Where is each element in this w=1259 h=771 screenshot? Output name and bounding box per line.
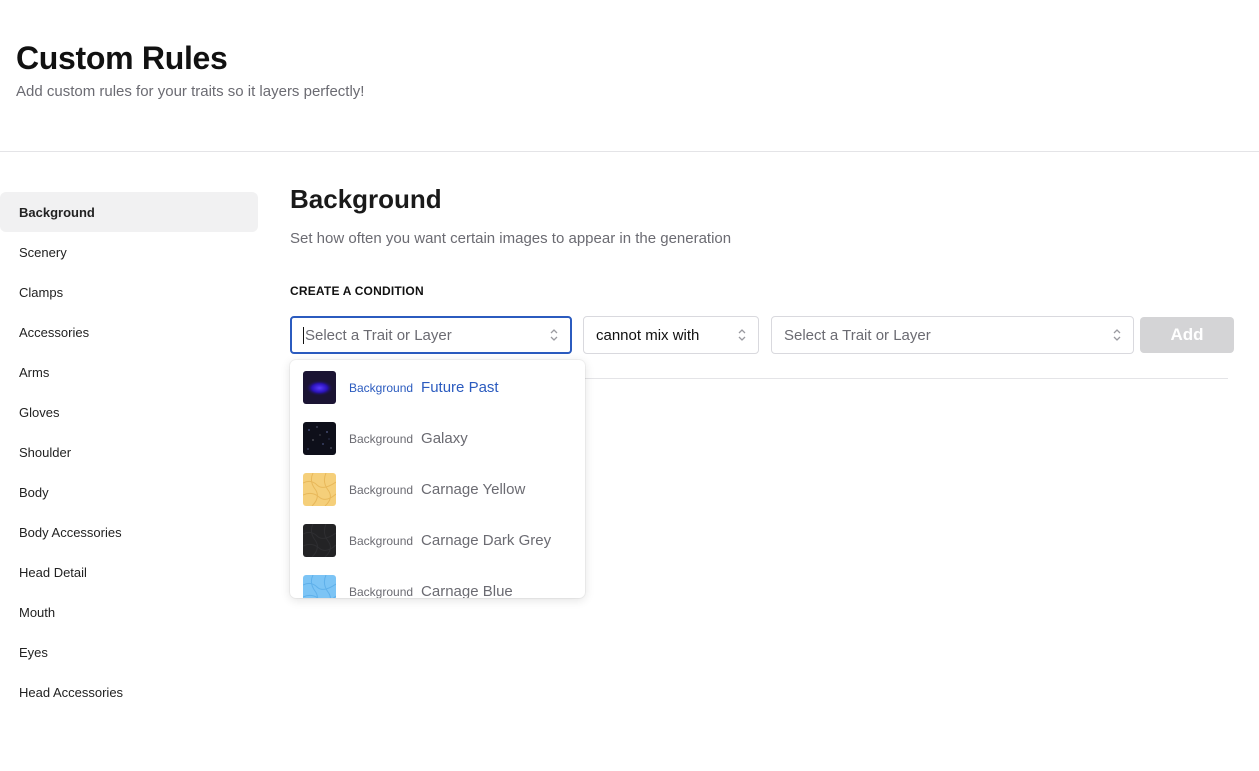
sidebar-item-label: Clamps (19, 284, 64, 300)
sidebar-item-label: Head Detail (19, 564, 87, 580)
sidebar-item-body[interactable]: Body (0, 472, 258, 512)
carnage-blue-thumbnail (303, 575, 336, 598)
sidebar-item-head-detail[interactable]: Head Detail (0, 552, 258, 592)
chevron-up-down-icon (550, 328, 558, 342)
chevron-up-down-icon (1113, 328, 1121, 342)
sidebar-item-background[interactable]: Background (0, 192, 258, 232)
layer-sidebar: Background Scenery Clamps Accessories Ar… (0, 192, 258, 712)
sidebar-item-label: Shoulder (19, 444, 72, 460)
option-layer-label: Background (349, 380, 414, 395)
galaxy-thumbnail (303, 422, 336, 455)
create-condition-label: CREATE A CONDITION (290, 284, 424, 298)
dropdown-option-future-past[interactable]: Background Future Past (290, 362, 585, 413)
option-layer-label: Background (349, 584, 414, 599)
sidebar-item-label: Mouth (19, 604, 56, 620)
future-past-thumbnail (303, 371, 336, 404)
sidebar-item-body-accessories[interactable]: Body Accessories (0, 512, 258, 552)
operator-select[interactable]: cannot mix with (583, 316, 759, 354)
sidebar-item-accessories[interactable]: Accessories (0, 312, 258, 352)
add-button[interactable]: Add (1140, 317, 1234, 353)
sidebar-item-arms[interactable]: Arms (0, 352, 258, 392)
option-trait-name: Galaxy (421, 430, 468, 447)
dropdown-option-galaxy[interactable]: Background Galaxy (290, 413, 585, 464)
sidebar-item-label: Eyes (19, 644, 48, 660)
page-subtitle: Add custom rules for your traits so it l… (16, 83, 365, 100)
sidebar-item-mouth[interactable]: Mouth (0, 592, 258, 632)
first-trait-select[interactable]: Select a Trait or Layer (290, 316, 572, 354)
text-cursor (303, 326, 304, 344)
option-layer-label: Background (349, 533, 414, 548)
option-layer-label: Background (349, 482, 414, 497)
chevron-up-down-icon (738, 328, 746, 342)
sidebar-item-label: Accessories (19, 324, 90, 340)
sidebar-item-head-accessories[interactable]: Head Accessories (0, 672, 258, 712)
dropdown-option-carnage-dark-grey[interactable]: Background Carnage Dark Grey (290, 515, 585, 566)
sidebar-item-label: Background (19, 204, 95, 220)
sidebar-item-label: Arms (19, 364, 50, 380)
option-trait-name: Future Past (421, 379, 499, 396)
second-trait-placeholder: Select a Trait or Layer (784, 326, 931, 344)
sidebar-item-clamps[interactable]: Clamps (0, 272, 258, 312)
option-layer-label: Background (349, 431, 414, 446)
page-header: Custom Rules Add custom rules for your t… (0, 0, 1259, 152)
sidebar-item-label: Scenery (19, 244, 67, 260)
page-title: Custom Rules (16, 40, 228, 76)
second-trait-select[interactable]: Select a Trait or Layer (771, 316, 1134, 354)
dropdown-option-carnage-yellow[interactable]: Background Carnage Yellow (290, 464, 585, 515)
sidebar-item-scenery[interactable]: Scenery (0, 232, 258, 272)
option-trait-name: Carnage Yellow (421, 481, 526, 498)
operator-value: cannot mix with (596, 326, 700, 344)
sidebar-item-gloves[interactable]: Gloves (0, 392, 258, 432)
sidebar-item-shoulder[interactable]: Shoulder (0, 432, 258, 472)
section-description: Set how often you want certain images to… (290, 230, 732, 247)
option-trait-name: Carnage Dark Grey (421, 532, 552, 549)
first-trait-placeholder: Select a Trait or Layer (305, 326, 452, 344)
carnage-dark-grey-thumbnail (303, 524, 336, 557)
sidebar-item-label: Body (19, 484, 49, 500)
option-trait-name: Carnage Blue (421, 583, 513, 598)
sidebar-item-label: Head Accessories (19, 684, 124, 700)
sidebar-item-eyes[interactable]: Eyes (0, 632, 258, 672)
carnage-yellow-thumbnail (303, 473, 336, 506)
sidebar-item-label: Gloves (19, 404, 60, 420)
sidebar-item-label: Body Accessories (19, 524, 122, 540)
trait-dropdown-menu: Background Future Past Background Galaxy… (290, 360, 585, 598)
dropdown-option-carnage-blue[interactable]: Background Carnage Blue (290, 566, 585, 598)
section-title: Background (290, 184, 442, 214)
